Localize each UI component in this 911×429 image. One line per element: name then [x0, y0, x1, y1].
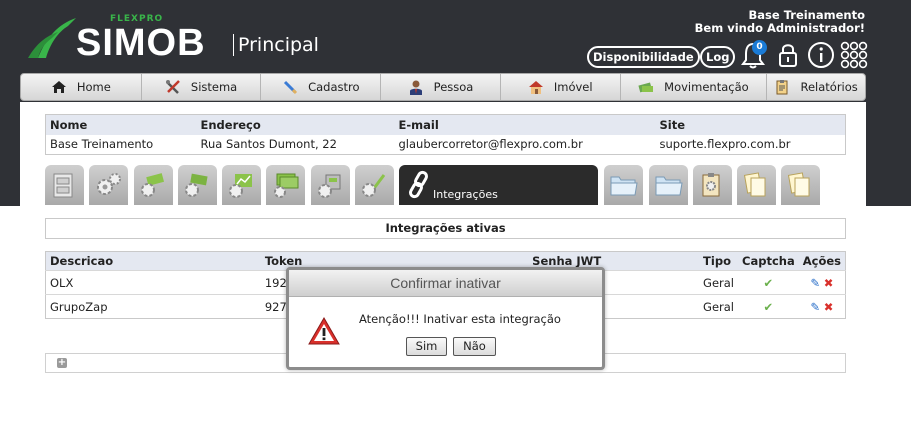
tab-documents-1[interactable] — [737, 165, 776, 205]
edit-icon[interactable]: ✎ — [810, 276, 820, 290]
tab-chart-gears[interactable] — [222, 165, 261, 205]
chain-link-icon — [409, 170, 428, 199]
brand-text: SIMOB — [76, 22, 206, 64]
cash-gears-icon — [274, 173, 299, 198]
log-button[interactable]: Log — [700, 46, 736, 68]
check-icon: ✔ — [763, 275, 774, 290]
no-button[interactable]: Não — [453, 337, 496, 356]
tab-documents-2[interactable] — [781, 165, 820, 205]
section-title: Integrações ativas — [45, 218, 846, 239]
gears-icon — [97, 173, 121, 195]
cell-descricao: OLX — [45, 270, 261, 295]
tab-folder-1[interactable] — [604, 165, 643, 205]
tab-integracoes-label: Integrações — [433, 188, 498, 201]
col-acoes: Ações — [798, 251, 846, 271]
house-icon — [528, 81, 543, 94]
cell-captcha: ✔ — [738, 294, 799, 319]
nav-cadastro-label: Cadastro — [308, 80, 360, 94]
nav-home[interactable]: Home — [21, 74, 142, 100]
tools-icon — [165, 80, 180, 94]
nav-movimentacao[interactable]: Movimentação — [621, 74, 768, 100]
tab-clipboard-gear[interactable] — [693, 165, 732, 205]
col-tipo: Tipo — [699, 251, 739, 271]
add-integration-button[interactable]: + — [57, 358, 67, 368]
col-descricao: Descricao — [45, 251, 261, 271]
nav-imovel-label: Imóvel — [553, 80, 593, 94]
cell-endereco: Rua Santos Dumont, 22 — [200, 137, 337, 152]
chart-gears-icon — [229, 174, 252, 198]
machine-gears-icon — [318, 174, 341, 198]
file-cabinet-icon — [53, 173, 73, 198]
nav-relatorios-label: Relatórios — [800, 80, 858, 94]
module-name: Principal — [233, 34, 319, 56]
person-icon — [409, 80, 422, 95]
lock-icon[interactable] — [773, 40, 803, 70]
clipboard-gear-icon — [702, 173, 720, 197]
yes-button[interactable]: Sim — [406, 337, 447, 356]
documents-icon — [787, 172, 810, 197]
apps-grid-icon[interactable] — [839, 40, 869, 70]
nav-imovel[interactable]: Imóvel — [501, 74, 621, 100]
documents-icon — [743, 172, 766, 197]
col-captcha: Captcha — [738, 251, 799, 271]
tab-machine-gears[interactable] — [311, 165, 350, 205]
nav-home-label: Home — [76, 80, 111, 94]
cell-acoes: ✎ ✖ — [798, 270, 846, 295]
cell-site: suporte.flexpro.com.br — [659, 137, 791, 152]
home-icon — [51, 81, 66, 93]
dialog-message: Atenção!!! Inativar esta integração — [359, 312, 561, 326]
cell-tipo: Geral — [699, 294, 739, 319]
tab-tools-gears[interactable] — [355, 165, 394, 205]
tab-folder-2[interactable] — [649, 165, 688, 205]
cell-email: glaubercorretor@flexpro.com.br — [398, 137, 583, 152]
edit-icon[interactable]: ✎ — [810, 300, 820, 314]
nav-movimentacao-label: Movimentação — [664, 80, 749, 94]
user-info: Base Treinamento Bem vindo Administrador… — [695, 9, 865, 35]
money-gears-icon — [141, 173, 165, 197]
dialog-title: Confirmar inativar — [289, 270, 602, 297]
nav-relatorios[interactable]: Relatórios — [767, 74, 865, 100]
logo-swoosh-icon — [28, 18, 76, 58]
warning-icon — [308, 316, 340, 345]
money-gears-icon — [185, 173, 208, 197]
pencil-icon — [284, 80, 298, 95]
money-icon — [638, 82, 654, 93]
col-endereco: Endereço — [196, 114, 395, 135]
info-icon[interactable] — [806, 40, 836, 70]
check-icon: ✔ — [763, 299, 774, 314]
col-site: Site — [655, 114, 846, 135]
welcome-text: Bem vindo Administrador! — [694, 21, 865, 35]
delete-icon[interactable]: ✖ — [824, 300, 834, 314]
table-row: Base Treinamento Rua Santos Dumont, 22 g… — [46, 135, 846, 154]
tab-integracoes[interactable]: Integrações — [399, 165, 598, 205]
delete-icon[interactable]: ✖ — [824, 276, 834, 290]
cell-captcha: ✔ — [738, 270, 799, 295]
nav-cadastro[interactable]: Cadastro — [261, 74, 382, 100]
nav-pessoa[interactable]: Pessoa — [381, 74, 501, 100]
tools-gears-icon — [362, 174, 386, 197]
notification-badge: 0 — [752, 40, 767, 55]
confirm-dialog: Confirmar inativar Atenção!!! Inativar e… — [286, 267, 605, 370]
company-info-table: Nome Endereço E-mail Site Base Treinamen… — [45, 114, 846, 155]
col-nome: Nome — [45, 114, 197, 135]
tab-cabinet[interactable] — [45, 165, 84, 205]
col-email: E-mail — [394, 114, 656, 135]
disponibilidade-button[interactable]: Disponibilidade — [587, 46, 700, 68]
tab-money-gears[interactable] — [134, 165, 173, 205]
tab-money-gears-2[interactable] — [178, 165, 217, 205]
cell-descricao: GrupoZap — [45, 294, 261, 319]
clipboard-icon — [776, 80, 788, 95]
folder-icon — [655, 176, 683, 196]
tab-cash-gears[interactable] — [266, 165, 305, 205]
folder-icon — [610, 176, 638, 196]
main-nav: Home Sistema Cadastro Pessoa Imóvel Movi… — [20, 73, 866, 101]
nav-sistema-label: Sistema — [190, 80, 238, 94]
cell-acoes: ✎ ✖ — [798, 294, 846, 319]
cell-nome: Base Treinamento — [50, 137, 154, 152]
simob-logo[interactable]: FLEXPRO SIMOB Principal — [28, 12, 328, 67]
nav-pessoa-label: Pessoa — [433, 80, 474, 94]
cell-tipo: Geral — [699, 270, 739, 295]
tab-gears[interactable] — [89, 165, 128, 205]
nav-sistema[interactable]: Sistema — [142, 74, 262, 100]
